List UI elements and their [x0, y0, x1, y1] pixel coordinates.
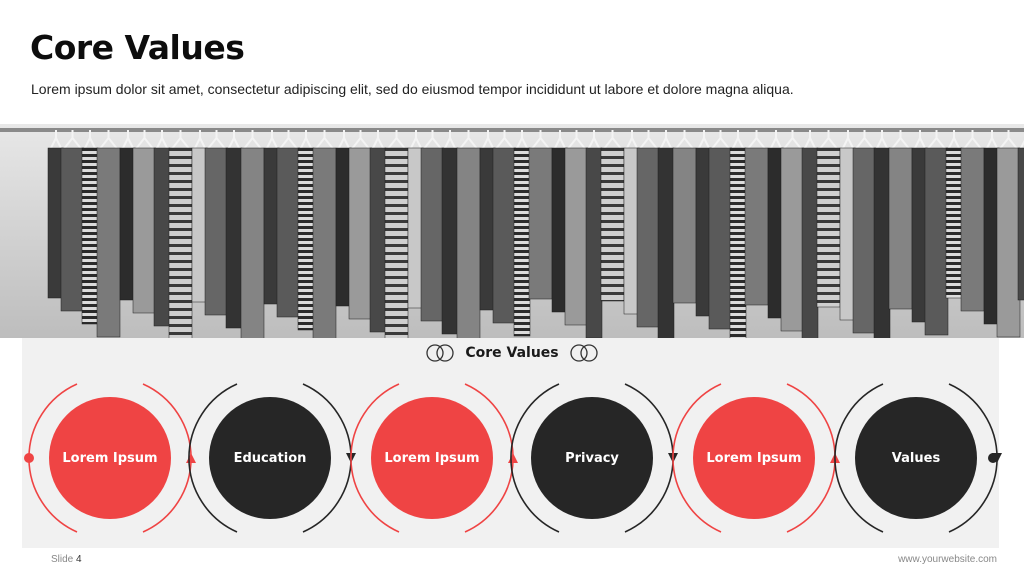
garment-shape: [924, 147, 949, 336]
website-url: www.yourwebsite.com: [898, 554, 997, 565]
garment-shape: [672, 147, 697, 304]
garment-shape: [945, 147, 963, 299]
value-step-circle: Education: [209, 397, 331, 519]
garment-shape: [657, 147, 675, 338]
garment-shape: [276, 147, 301, 318]
value-step-label: Lorem Ipsum: [384, 450, 480, 466]
panel-title: Core Values: [465, 345, 559, 361]
garment-shape: [873, 147, 891, 338]
garment-shape: [996, 147, 1021, 338]
garment-shape: [81, 147, 99, 325]
garment-shape: [528, 147, 553, 300]
garment-shape: [348, 147, 373, 320]
garment-shape: [852, 147, 877, 334]
garment-shape: [816, 147, 841, 308]
garment-shape: [729, 147, 747, 338]
garment-shape: [585, 147, 603, 338]
slide-title: Core Values: [30, 28, 245, 67]
garment-shape: [168, 147, 193, 338]
clothing-rack-photo: [0, 124, 1024, 338]
interlocking-rings-icon: [569, 344, 598, 362]
garment-shape: [420, 147, 445, 322]
garment-shape: [225, 147, 243, 329]
value-step-circle: Lorem Ipsum: [49, 397, 171, 519]
garment-shape: [384, 147, 409, 338]
garment-shape: [369, 147, 387, 333]
value-step-label: Lorem Ipsum: [706, 450, 802, 466]
garment-shape: [312, 147, 337, 338]
value-step-circle: Lorem Ipsum: [693, 397, 815, 519]
garment-shape: [240, 147, 265, 338]
garment-shape: [888, 147, 913, 310]
value-step-circle: Lorem Ipsum: [371, 397, 493, 519]
garment-shape: [1017, 147, 1024, 301]
garment-shape: [153, 147, 171, 327]
garment-shape: [132, 147, 157, 314]
value-step-circle: Privacy: [531, 397, 653, 519]
garment-shape: [204, 147, 229, 316]
value-step-label: Privacy: [565, 450, 619, 466]
slide-number: Slide 4: [51, 554, 82, 565]
garment-shape: [441, 147, 459, 335]
garment-shape: [600, 147, 625, 302]
value-step-label: Lorem Ipsum: [62, 450, 158, 466]
garment-shape: [636, 147, 661, 328]
garment-shape: [780, 147, 805, 332]
garment-shape: [801, 147, 819, 338]
garment-shape: [60, 147, 85, 312]
interlocking-rings-icon: [426, 344, 455, 362]
panel-header: Core Values: [0, 342, 1024, 364]
garment-shape: [708, 147, 733, 330]
garment-shape: [564, 147, 589, 326]
garment-shape: [744, 147, 769, 306]
garment-shape: [96, 147, 121, 338]
slide-subtitle: Lorem ipsum dolor sit amet, consectetur …: [31, 81, 794, 97]
garment-shape: [960, 147, 985, 312]
garment-shape: [456, 147, 481, 338]
value-step-label: Education: [233, 450, 307, 466]
garment-shape: [297, 147, 315, 331]
value-step-label: Values: [891, 450, 941, 466]
garment-shape: [513, 147, 531, 337]
value-step-circle: Values: [855, 397, 977, 519]
garment-shape: [492, 147, 517, 324]
